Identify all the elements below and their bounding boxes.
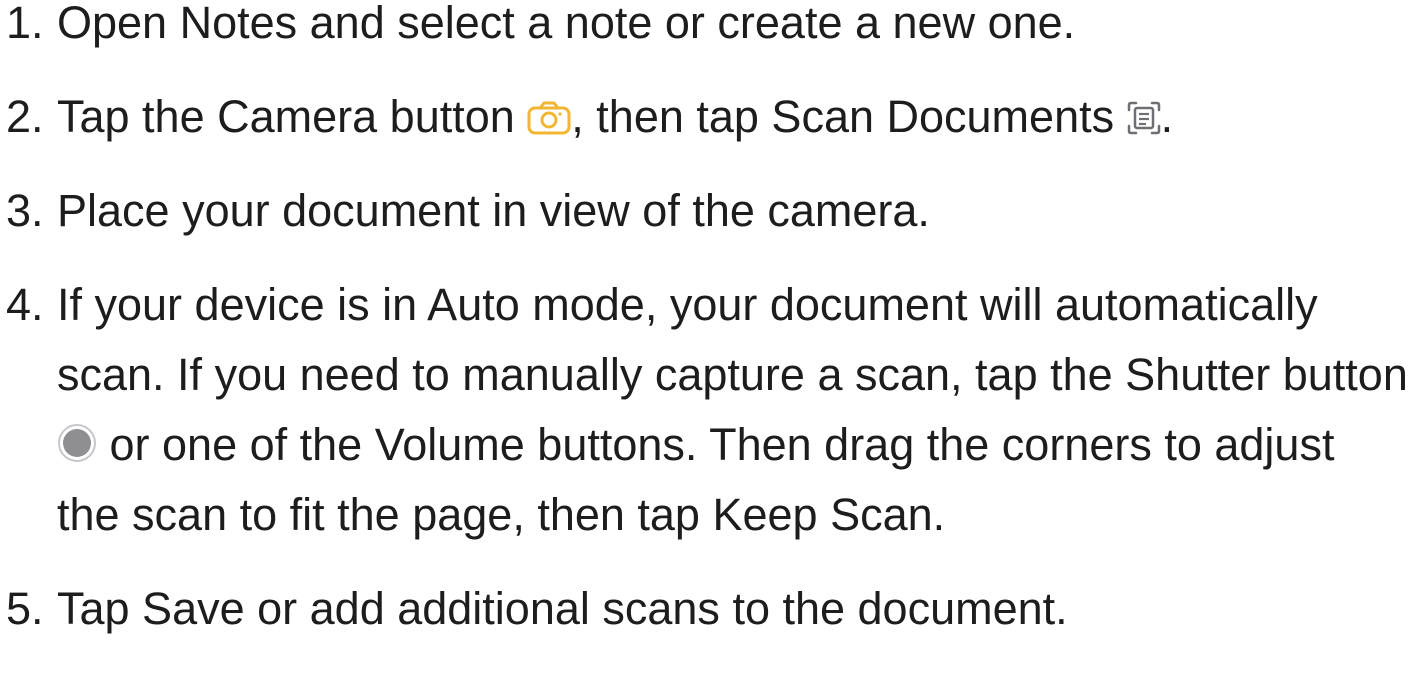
step-2: 2. Tap the Camera button , then tap Scan… [0, 82, 1408, 152]
step-4: 4. If your device is in Auto mode, your … [0, 270, 1408, 550]
step-text: Tap the Camera button [57, 91, 528, 142]
scan-documents-icon [1127, 101, 1161, 135]
step-text: , then tap Scan Documents [571, 91, 1127, 142]
step-1: 1. Open Notes and select a note or creat… [0, 0, 1408, 58]
step-number: 4. [6, 279, 44, 330]
step-number: 5. [6, 583, 44, 634]
step-text: . [1160, 91, 1174, 142]
step-3: 3. Place your document in view of the ca… [0, 176, 1408, 246]
step-text: or one of the Volume buttons. Then drag … [57, 419, 1335, 540]
shutter-button-icon [57, 423, 97, 463]
step-number: 1. [6, 0, 44, 48]
step-text: If your device is in Auto mode, your doc… [57, 279, 1408, 400]
step-number: 2. [6, 91, 44, 142]
step-number: 3. [6, 185, 44, 236]
camera-icon [527, 101, 571, 135]
step-5: 5. Tap Save or add additional scans to t… [0, 574, 1408, 644]
step-text: Open Notes and select a note or create a… [57, 0, 1076, 48]
step-text: Tap Save or add additional scans to the … [57, 583, 1068, 634]
instruction-list: 1. Open Notes and select a note or creat… [0, 0, 1408, 644]
step-text: Place your document in view of the camer… [57, 185, 930, 236]
